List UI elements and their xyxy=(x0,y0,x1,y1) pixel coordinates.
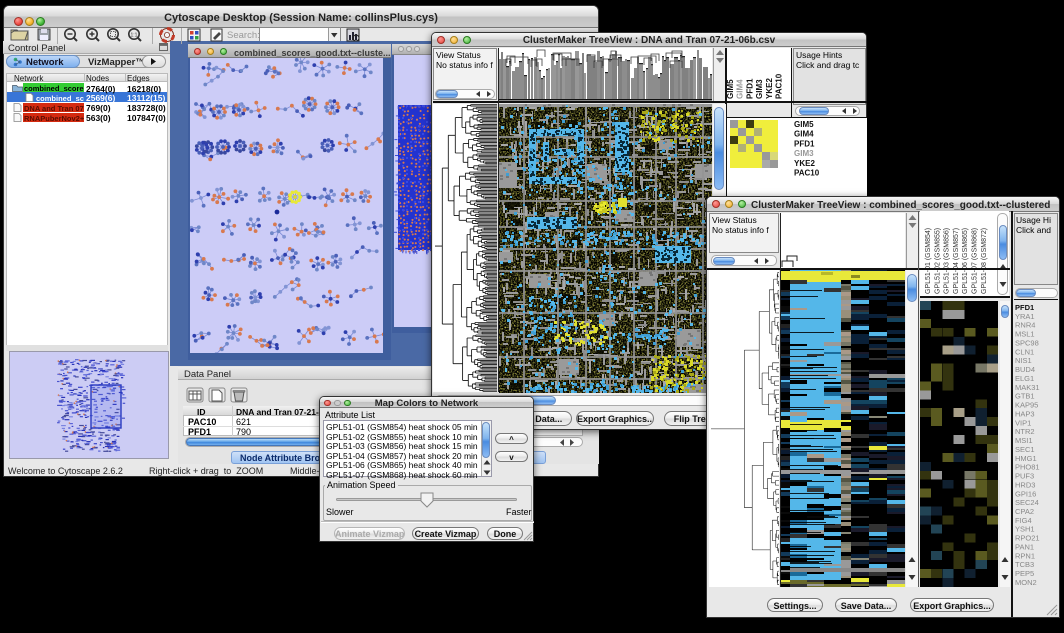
svg-text:1:1: 1:1 xyxy=(131,33,138,39)
svg-text:GPL51-07 (GSM868): GPL51-07 (GSM868) xyxy=(972,228,979,294)
svg-text:PFD1: PFD1 xyxy=(794,139,815,148)
svg-text:GIM5: GIM5 xyxy=(794,120,814,129)
svg-text:PAC10: PAC10 xyxy=(794,169,820,178)
svg-text:GIM3: GIM3 xyxy=(755,79,764,99)
svg-text:PAC10: PAC10 xyxy=(775,73,784,99)
svg-text:GPL51-04 (GSM857): GPL51-04 (GSM857) xyxy=(953,228,960,294)
svg-text:GPL51-06 (GSM865): GPL51-06 (GSM865) xyxy=(962,228,969,294)
svg-text:GPL51-08 (GSM872): GPL51-08 (GSM872) xyxy=(981,228,988,294)
svg-text:PFD1: PFD1 xyxy=(745,78,754,99)
svg-text:GPL51-02 (GSM855): GPL51-02 (GSM855) xyxy=(934,228,941,294)
svg-text:YKE2: YKE2 xyxy=(794,159,815,168)
svg-text:GIM5: GIM5 xyxy=(727,79,735,99)
svg-text:GIM3: GIM3 xyxy=(794,149,814,158)
svg-text:YKE2: YKE2 xyxy=(765,78,774,99)
svg-text:GIM4: GIM4 xyxy=(794,130,814,139)
svg-text:GPL51-01 (GSM854): GPL51-01 (GSM854) xyxy=(925,228,932,294)
svg-text:GPL51-03 (GSM856): GPL51-03 (GSM856) xyxy=(944,228,951,294)
svg-text:GIM4: GIM4 xyxy=(736,79,745,99)
